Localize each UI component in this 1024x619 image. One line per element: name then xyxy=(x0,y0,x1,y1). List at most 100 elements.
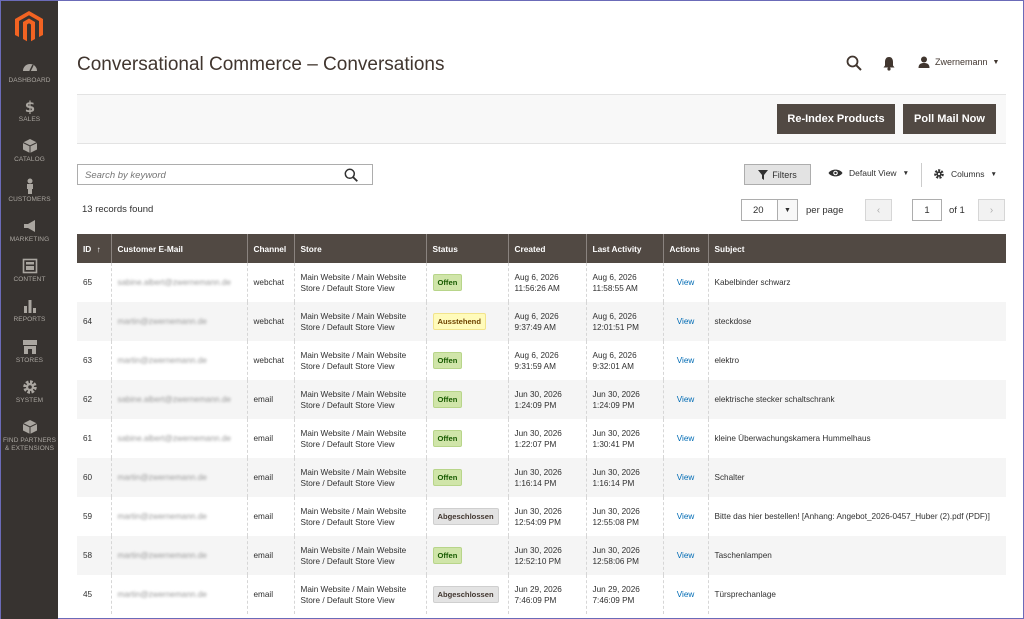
chevron-down-icon[interactable]: ▼ xyxy=(777,200,797,220)
cell-actions: View xyxy=(662,536,708,575)
sidebar-item-find[interactable]: FIND PARTNERS & EXTENSIONS xyxy=(1,419,58,453)
user-icon xyxy=(918,56,930,68)
poll-mail-now-button[interactable]: Poll Mail Now xyxy=(903,104,996,134)
next-page-button[interactable]: › xyxy=(978,199,1005,221)
cell-store: Main Website / Main Website Store / Defau… xyxy=(293,263,426,302)
table-row[interactable]: 60 martin@zwernemann.de email Main Website … xyxy=(77,458,1006,497)
cell-last-activity: Jun 29, 2026 7:46:09 PM xyxy=(585,575,663,614)
per-page-select[interactable]: 20 ▼ xyxy=(741,199,798,221)
cell-store: Main Website / Main Website Store / Defau… xyxy=(293,497,426,536)
cell-status: Offen xyxy=(425,380,508,419)
cell-id: 59 xyxy=(77,497,111,536)
sidebar-item-reports[interactable]: REPORTS xyxy=(1,298,58,324)
email-text: martin@zwernemann.de xyxy=(117,512,207,521)
chevron-down-icon: ▼ xyxy=(990,170,997,178)
column-header-last-activity[interactable]: Last Activity xyxy=(585,234,663,263)
page-of-label: of 1 xyxy=(949,205,965,216)
sidebar-item-content[interactable]: CONTENT xyxy=(1,258,58,284)
default-view-dropdown[interactable]: Default View ▼ xyxy=(828,168,909,178)
table-row[interactable]: 64 martin@zwernemann.de webchat Main Websit… xyxy=(77,302,1006,341)
email-text: martin@zwernemann.de xyxy=(117,473,207,482)
filters-button[interactable]: Filters xyxy=(744,164,811,185)
cell-status: Ausstehend xyxy=(425,302,508,341)
table-row[interactable]: 59 martin@zwernemann.de email Main Website … xyxy=(77,497,1006,536)
column-header-status[interactable]: Status xyxy=(425,234,508,263)
view-link[interactable]: View xyxy=(677,278,695,287)
cell-email: martin@zwernemann.de xyxy=(110,575,247,614)
sidebar-item-sales[interactable]: $ SALES xyxy=(1,98,58,124)
cell-last-activity: Aug 6, 2026 11:58:55 AM xyxy=(585,263,663,302)
sidebar-item-marketing[interactable]: MARKETING xyxy=(1,218,58,244)
bell-icon[interactable] xyxy=(882,56,896,71)
sidebar-item-catalog[interactable]: CATALOG xyxy=(1,138,58,164)
sidebar-item-label: CONTENT xyxy=(13,276,46,283)
table-row[interactable]: 63 martin@zwernemann.de webchat Main Websit… xyxy=(77,341,1006,380)
search-icon[interactable] xyxy=(846,55,862,71)
search-icon[interactable] xyxy=(344,168,358,182)
magento-logo-icon[interactable] xyxy=(15,11,43,43)
table-row[interactable]: 58 martin@zwernemann.de email Main Website … xyxy=(77,536,1006,575)
column-header-id[interactable]: ID ↑ xyxy=(77,234,111,263)
columns-dropdown[interactable]: Columns ▼ xyxy=(933,168,997,180)
column-header-created[interactable]: Created xyxy=(507,234,586,263)
cell-status: Offen xyxy=(425,536,508,575)
reindex-products-button[interactable]: Re-Index Products xyxy=(777,104,895,134)
view-link[interactable]: View xyxy=(677,317,695,326)
dollar-icon: $ xyxy=(1,98,58,114)
column-header-subject[interactable]: Subject xyxy=(707,234,1006,263)
status-badge: Offen xyxy=(432,547,463,564)
email-text: martin@zwernemann.de xyxy=(117,551,207,560)
cell-id: 62 xyxy=(77,380,111,419)
cell-subject: Schalter xyxy=(707,458,1006,497)
view-link[interactable]: View xyxy=(677,590,695,599)
cell-created: Aug 6, 2026 9:31:59 AM xyxy=(507,341,586,380)
column-header-store[interactable]: Store xyxy=(293,234,426,263)
cell-channel: webchat xyxy=(246,341,294,380)
cell-store: Main Website / Main Website Store / Defau… xyxy=(293,458,426,497)
status-badge: Offen xyxy=(432,274,463,291)
sidebar-item-customers[interactable]: CUSTOMERS xyxy=(1,178,58,204)
table-row[interactable]: 62 sabine.albert@zwernemann.de email Main W… xyxy=(77,380,1006,419)
sidebar-item-system[interactable]: SYSTEM xyxy=(1,379,58,405)
cell-channel: email xyxy=(246,575,294,614)
search-input[interactable] xyxy=(78,166,338,185)
table-row[interactable]: 61 sabine.albert@zwernemann.de email Main W… xyxy=(77,419,1006,458)
column-header-email[interactable]: Customer E-Mail xyxy=(110,234,247,263)
cell-channel: webchat xyxy=(246,263,294,302)
user-menu[interactable]: Zwernemann ▼ xyxy=(918,56,999,68)
view-link[interactable]: View xyxy=(677,512,695,521)
cell-actions: View xyxy=(662,458,708,497)
view-link[interactable]: View xyxy=(677,395,695,404)
cell-created: Aug 6, 2026 11:56:26 AM xyxy=(507,263,586,302)
cell-channel: email xyxy=(246,380,294,419)
view-link[interactable]: View xyxy=(677,551,695,560)
cell-id: 61 xyxy=(77,419,111,458)
cell-status: Abgeschlossen xyxy=(425,497,508,536)
sidebar-item-dashboard[interactable]: DASHBOARD xyxy=(1,59,58,85)
prev-page-button[interactable]: ‹ xyxy=(865,199,892,221)
cell-store: Main Website / Main Website Store / Defau… xyxy=(293,419,426,458)
admin-sidebar: DASHBOARD $ SALES CATALOG CUSTOMERS MARKETING… xyxy=(1,1,58,619)
view-link[interactable]: View xyxy=(677,434,695,443)
cell-email: sabine.albert@zwernemann.de xyxy=(110,419,247,458)
cell-id: 64 xyxy=(77,302,111,341)
cell-created: Jun 30, 2026 1:22:07 PM xyxy=(507,419,586,458)
table-row[interactable]: 45 martin@zwernemann.de email Main Website … xyxy=(77,575,1006,614)
view-link[interactable]: View xyxy=(677,356,695,365)
cell-status: Offen xyxy=(425,419,508,458)
page-number-input[interactable]: 1 xyxy=(912,199,942,221)
view-link[interactable]: View xyxy=(677,473,695,482)
cell-created: Jun 30, 2026 12:54:09 PM xyxy=(507,497,586,536)
table-row[interactable]: 65 sabine.albert@zwernemann.de webchat Main… xyxy=(77,263,1006,302)
cell-email: martin@zwernemann.de xyxy=(110,497,247,536)
cell-status: Offen xyxy=(425,341,508,380)
status-badge: Offen xyxy=(432,430,463,447)
chevron-down-icon: ▼ xyxy=(902,169,910,177)
gear-icon xyxy=(1,379,58,395)
cell-last-activity: Jun 30, 2026 1:16:14 PM xyxy=(585,458,663,497)
column-header-actions: Actions xyxy=(662,234,708,263)
cell-status: Offen xyxy=(425,263,508,302)
sidebar-item-stores[interactable]: STORES xyxy=(1,339,58,365)
column-header-channel[interactable]: Channel xyxy=(246,234,294,263)
table-header-row: ID ↑ Customer E-Mail Channel Store Statu… xyxy=(77,234,1006,263)
